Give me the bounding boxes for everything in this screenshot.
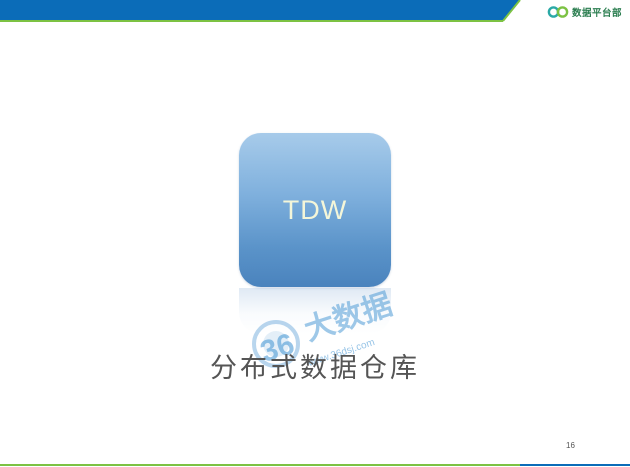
page-subtitle: 分布式数据仓库 <box>210 353 420 384</box>
tdw-tile: TDW <box>239 133 391 287</box>
header-bar: 数据平台部 <box>0 0 630 22</box>
tile-label: TDW <box>282 195 348 225</box>
brand-logo: 数据平台部 <box>547 4 622 20</box>
tile-reflection <box>239 288 391 334</box>
page-number: 16 <box>566 441 575 450</box>
header-band <box>0 0 521 22</box>
logo-text: 数据平台部 <box>571 8 622 19</box>
bottom-rule <box>0 464 630 466</box>
infinity-loop-icon <box>547 6 569 18</box>
